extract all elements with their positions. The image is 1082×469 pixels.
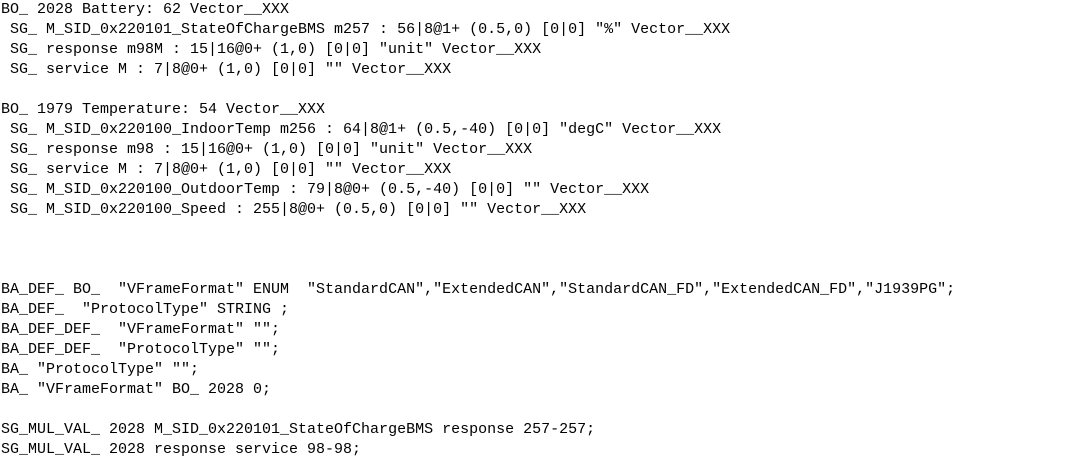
signal-line: SG_ M_SID_0x220100_IndoorTemp m256 : 64|… (10, 121, 722, 138)
dbc-code-view: BO_ 2028 Battery: 62 Vector__XXX SG_ M_S… (1, 0, 1079, 469)
signal-line: SG_ M_SID_0x220101_StateOfChargeBMS m257… (10, 21, 731, 38)
attribute-line: BA_DEF_DEF_ "VFrameFormat" ""; (1, 321, 281, 338)
message-header-temperature: BO_ 1979 Temperature: 54 Vector__XXX (1, 101, 326, 118)
signal-line: SG_ service M : 7|8@0+ (1,0) [0|0] "" Ve… (10, 61, 452, 78)
signal-line: SG_ response m98M : 15|16@0+ (1,0) [0|0]… (10, 41, 542, 58)
attribute-line: BA_DEF_DEF_ "ProtocolType" ""; (1, 341, 281, 358)
signal-line: SG_ M_SID_0x220100_OutdoorTemp : 79|8@0+… (10, 181, 650, 198)
signal-line: SG_ response m98 : 15|16@0+ (1,0) [0|0] … (10, 141, 533, 158)
attribute-line: BA_DEF_ "ProtocolType" STRING ; (1, 301, 290, 318)
attribute-line: BA_ "VFrameFormat" BO_ 2028 0; (1, 381, 272, 398)
mux-value-line: SG_MUL_VAL_ 2028 response service 98-98; (1, 441, 362, 458)
message-header-battery: BO_ 2028 Battery: 62 Vector__XXX (1, 1, 290, 18)
signal-line: SG_ service M : 7|8@0+ (1,0) [0|0] "" Ve… (10, 161, 452, 178)
mux-value-line: SG_MUL_VAL_ 2028 M_SID_0x220101_StateOfC… (1, 421, 596, 438)
attribute-line: BA_ "ProtocolType" ""; (1, 361, 200, 378)
signal-line: SG_ M_SID_0x220100_Speed : 255|8@0+ (0.5… (10, 201, 587, 218)
attribute-line: BA_DEF_ BO_ "VFrameFormat" ENUM "Standar… (1, 281, 956, 298)
